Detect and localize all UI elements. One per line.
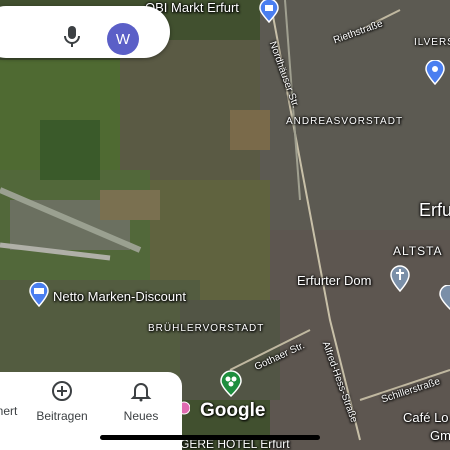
home-indicator[interactable] (100, 435, 320, 440)
poi-label-cafe-line2: Gm (430, 428, 450, 443)
city-label: Erfu (419, 200, 450, 220)
nav-item-news[interactable]: Neues (106, 380, 176, 423)
nav-item-contribute[interactable]: Beitragen (27, 380, 97, 423)
poi-label-netto[interactable]: Netto Marken-Discount (53, 289, 186, 304)
add-circle-icon (27, 380, 97, 405)
search-bar[interactable]: W (0, 6, 170, 58)
avatar[interactable]: W (107, 23, 139, 55)
google-attribution: Google (200, 400, 266, 421)
nav-item-label: Neues (123, 409, 159, 423)
poi-label-cafe[interactable]: Café Lo (403, 410, 449, 425)
district-label: ANDREASVORSTADT (286, 116, 404, 127)
district-label: ALTSTA (393, 244, 443, 258)
nav-item-label: nert (0, 404, 18, 418)
district-label: ILVERS (414, 37, 450, 48)
bell-icon (106, 380, 176, 405)
nav-item-label: Beitragen (36, 409, 88, 423)
poi-label-dom[interactable]: Erfurter Dom (297, 273, 371, 288)
microphone-icon[interactable] (64, 26, 80, 53)
district-label: BRÜHLERVORSTADT (148, 323, 265, 334)
